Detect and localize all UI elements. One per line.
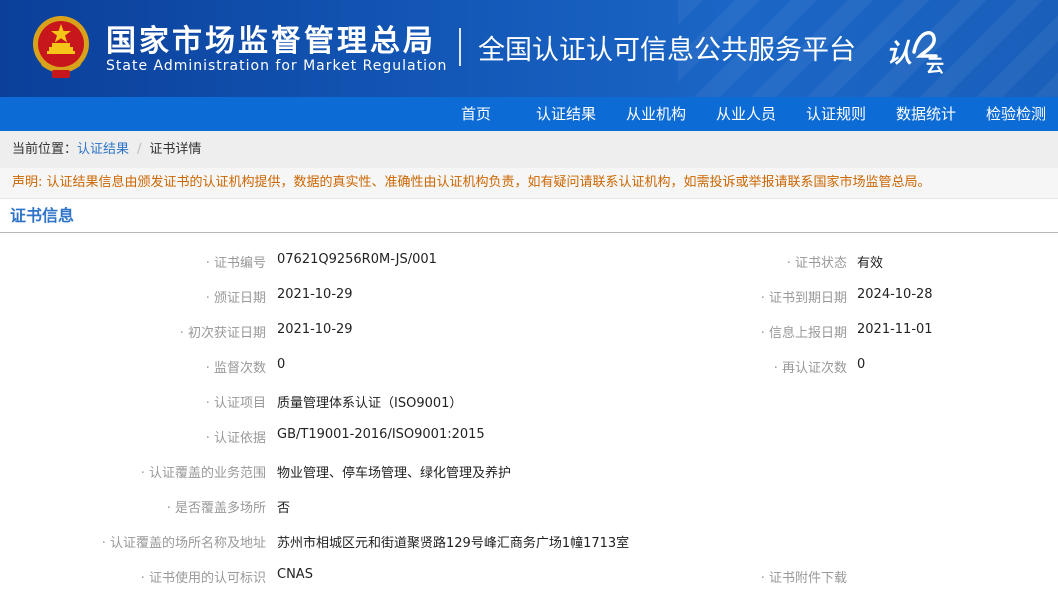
field-label-report-date: · 信息上报日期 — [760, 326, 847, 341]
main-nav: 首页 认证结果 从业机构 从业人员 认证规则 数据统计 检验检测 — [0, 97, 1058, 131]
site-header: 国家市场监督管理总局 State Administration for Mark… — [0, 0, 1058, 97]
field-value-accreditation-mark: CNAS — [277, 567, 313, 582]
field-value-status: 有效 — [857, 256, 884, 271]
agency-name-cn: 国家市场监督管理总局 — [106, 24, 436, 59]
nav-item-institutions[interactable]: 从业机构 — [626, 97, 686, 131]
platform-title: 全国认证认可信息公共服务平台 — [478, 35, 856, 66]
national-emblem-icon — [33, 16, 89, 78]
agency-name-en: State Administration for Market Regulati… — [106, 58, 448, 74]
field-value-basis: GB/T19001-2016/ISO9001:2015 — [277, 427, 485, 442]
field-value-site-address: 苏州市相城区元和街道聚贤路129号峰汇商务广场1幢1713室 — [277, 536, 630, 551]
nav-item-home[interactable]: 首页 — [461, 97, 491, 131]
disclaimer-notice: 声明: 认证结果信息由颁发证书的认证机构提供，数据的真实性、准确性由认证机构负责… — [0, 168, 1058, 199]
field-value-expire-date: 2024-10-28 — [857, 287, 933, 302]
svg-text:云: 云 — [926, 56, 944, 74]
field-label-cert-no: · 证书编号 — [205, 256, 266, 271]
breadcrumb-separator: / — [137, 142, 142, 157]
header-divider — [459, 28, 461, 66]
field-label-scope: · 认证覆盖的业务范围 — [140, 466, 266, 481]
field-label-basis: · 认证依据 — [205, 431, 266, 446]
field-label-multi-site: · 是否覆盖多场所 — [166, 501, 266, 516]
section-title-text: 证书信息 — [10, 206, 75, 225]
breadcrumb-prefix: 当前位置： — [12, 142, 78, 157]
nav-item-cert-rules[interactable]: 认证规则 — [806, 97, 866, 131]
field-value-supervision-count: 0 — [277, 357, 286, 372]
nav-item-personnel[interactable]: 从业人员 — [716, 97, 776, 131]
section-divider — [0, 232, 1058, 233]
field-value-first-date: 2021-10-29 — [277, 322, 353, 337]
section-title: 证书信息 — [0, 199, 1058, 233]
nav-item-statistics[interactable]: 数据统计 — [896, 97, 956, 131]
breadcrumb: 当前位置：认证结果 / 证书详情 — [0, 131, 1058, 168]
field-value-report-date: 2021-11-01 — [857, 322, 933, 337]
field-value-issue-date: 2021-10-29 — [277, 287, 353, 302]
field-label-attachment: · 证书附件下载 — [760, 571, 847, 586]
field-label-project: · 认证项目 — [205, 396, 266, 411]
nav-item-inspection[interactable]: 检验检测 — [986, 97, 1046, 131]
breadcrumb-link-cert-results[interactable]: 认证结果 — [77, 142, 129, 157]
field-label-expire-date: · 证书到期日期 — [760, 291, 847, 306]
field-value-scope: 物业管理、停车场管理、绿化管理及养护 — [277, 466, 512, 481]
field-value-multi-site: 否 — [277, 501, 291, 516]
field-label-accreditation-mark: · 证书使用的认可标识 — [140, 571, 266, 586]
field-label-status: · 证书状态 — [786, 256, 847, 271]
nav-item-cert-results[interactable]: 认证结果 — [536, 97, 596, 131]
field-value-recert-count: 0 — [857, 357, 866, 372]
platform-logo-icon[interactable]: 认 云 — [884, 22, 950, 74]
field-label-first-date: · 初次获证日期 — [179, 326, 266, 341]
svg-text:认: 认 — [886, 39, 912, 69]
field-label-issue-date: · 颁证日期 — [205, 291, 266, 306]
breadcrumb-current: 证书详情 — [149, 142, 202, 157]
field-value-project: 质量管理体系认证（ISO9001） — [277, 396, 463, 411]
field-label-recert-count: · 再认证次数 — [773, 361, 847, 376]
field-label-site-address: · 认证覆盖的场所名称及地址 — [101, 536, 266, 551]
field-label-supervision-count: · 监督次数 — [205, 361, 266, 376]
field-value-cert-no: 07621Q9256R0M-JS/001 — [277, 252, 437, 267]
